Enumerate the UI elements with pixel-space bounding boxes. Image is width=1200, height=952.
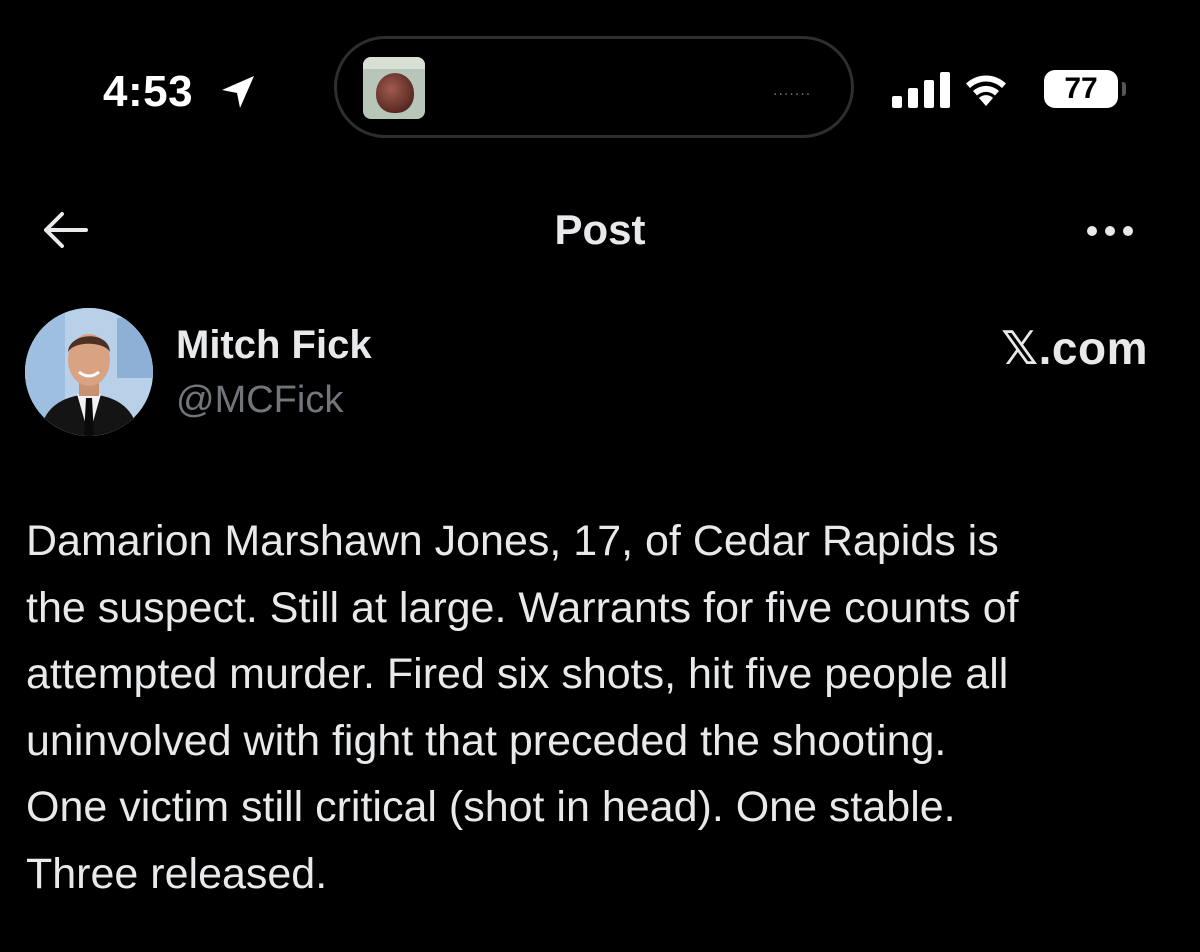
avatar[interactable] <box>25 308 153 436</box>
now-playing-artwork[interactable] <box>363 57 425 119</box>
more-options-icon[interactable] <box>1080 216 1140 246</box>
page-title: Post <box>554 206 646 253</box>
battery-icon: 77 <box>1044 70 1126 108</box>
wifi-icon <box>966 75 1006 106</box>
island-more-dots: ....... <box>773 83 812 99</box>
x-brand-watermark: 𝕏.com <box>1001 322 1148 374</box>
author-handle[interactable]: @MCFick <box>176 376 343 424</box>
author-name[interactable]: Mitch Fick <box>176 320 372 370</box>
post-text: Damarion Marshawn Jones, 17, of Cedar Ra… <box>26 517 1019 898</box>
dynamic-island[interactable]: ....... <box>334 36 854 138</box>
status-time: 4:53 <box>103 67 194 116</box>
location-arrow-icon <box>222 76 254 108</box>
battery-level: 77 <box>1064 72 1098 105</box>
cellular-signal-icon <box>892 72 950 108</box>
avatar-photo <box>25 308 153 436</box>
